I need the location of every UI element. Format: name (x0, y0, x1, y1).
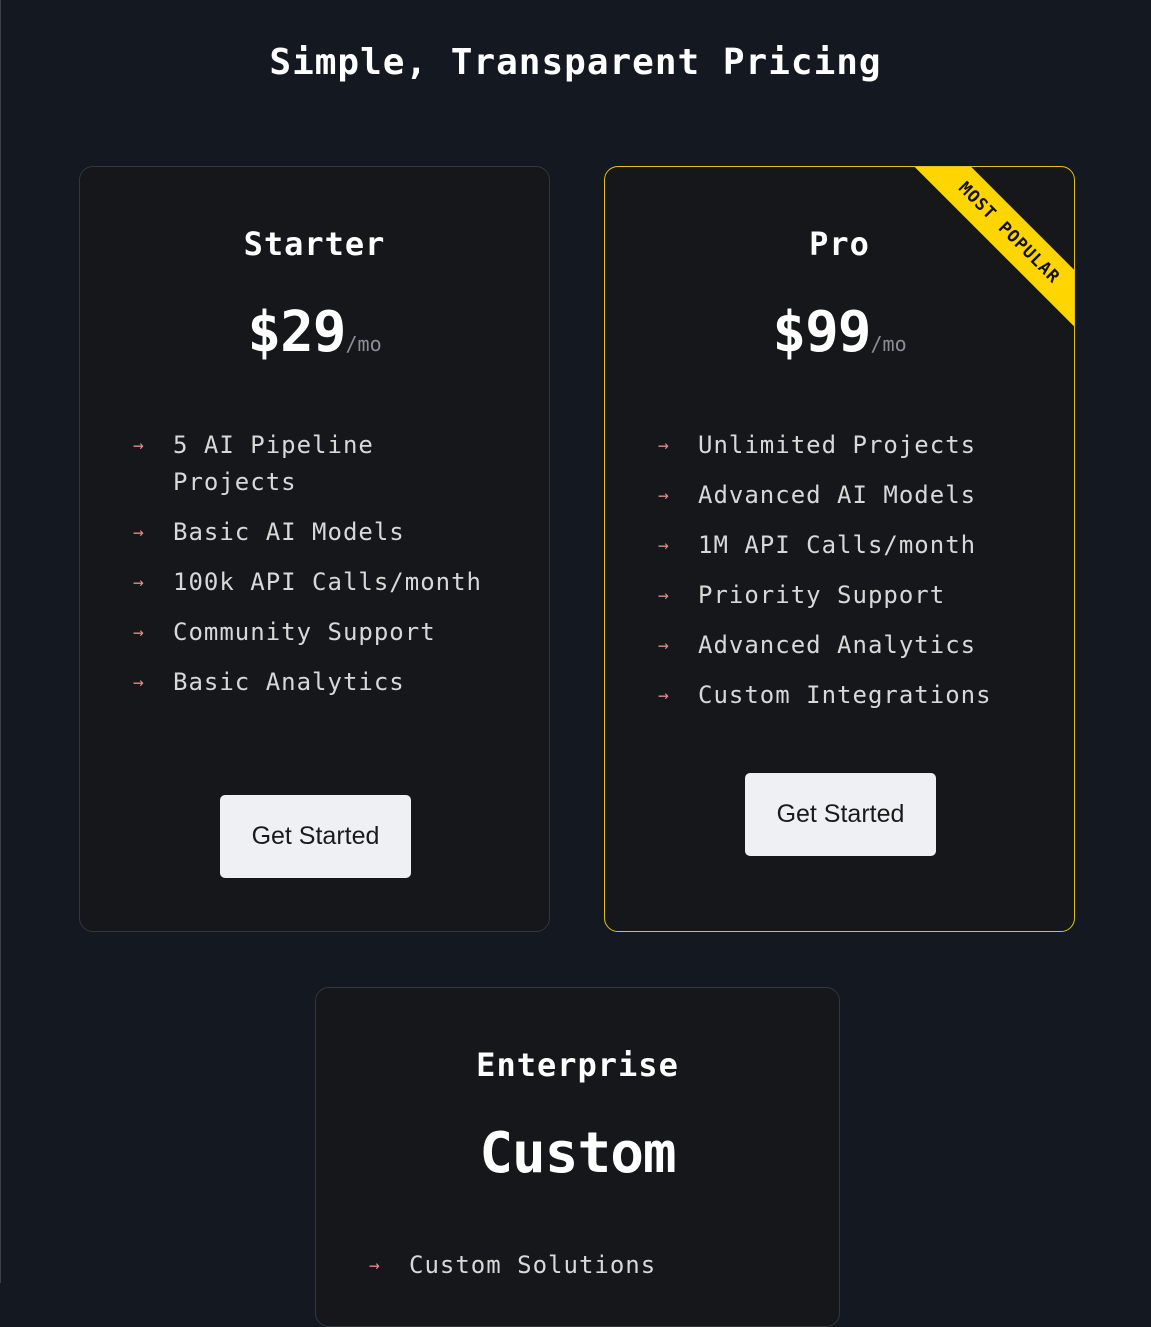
feature-item: → 100k API Calls/month (133, 564, 483, 601)
price-amount: Custom (479, 1121, 676, 1186)
feature-text: Advanced Analytics (698, 631, 977, 659)
arrow-right-icon: → (658, 535, 670, 556)
feature-text: Unlimited Projects (698, 431, 977, 459)
page-edge-divider (0, 0, 1, 1283)
feature-list: → Unlimited Projects → Advanced AI Models … (658, 427, 1058, 727)
arrow-right-icon: → (658, 635, 670, 656)
feature-text: 100k API Calls/month (173, 568, 482, 596)
feature-item: → Unlimited Projects (658, 427, 1058, 464)
price-amount: $29 (247, 300, 346, 365)
feature-item: → Advanced AI Models (658, 477, 1058, 514)
plan-card-enterprise: Enterprise Custom → Custom Solutions (315, 987, 840, 1327)
get-started-button[interactable]: Get Started (745, 773, 936, 856)
pricing-title: Simple, Transparent Pricing (269, 42, 882, 83)
arrow-right-icon: → (369, 1255, 381, 1276)
plan-name: Starter (243, 225, 386, 263)
arrow-right-icon: → (133, 622, 145, 643)
arrow-right-icon: → (658, 485, 670, 506)
price: $29/mo (80, 300, 549, 365)
plan-name: Enterprise (476, 1046, 679, 1084)
plan-card-starter: Starter $29/mo → 5 AI Pipeline Projects →… (79, 166, 550, 932)
feature-text: 5 AI Pipeline Projects (173, 431, 374, 496)
feature-text: Custom Solutions (409, 1251, 657, 1279)
feature-item: → 1M API Calls/month (658, 527, 1058, 564)
feature-item: → Custom Solutions (369, 1247, 789, 1284)
arrow-right-icon: → (133, 672, 145, 693)
price-period: /mo (345, 332, 382, 356)
feature-text: Priority Support (698, 581, 946, 609)
arrow-right-icon: → (658, 435, 670, 456)
arrow-right-icon: → (658, 585, 670, 606)
feature-list: → Custom Solutions (369, 1247, 789, 1297)
feature-text: Basic Analytics (173, 668, 405, 696)
feature-item: → 5 AI Pipeline Projects (133, 427, 483, 501)
price: Custom (316, 1121, 839, 1186)
feature-text: Custom Integrations (698, 681, 992, 709)
feature-item: → Community Support (133, 614, 483, 651)
arrow-right-icon: → (133, 435, 145, 456)
feature-item: → Basic AI Models (133, 514, 483, 551)
feature-item: → Advanced Analytics (658, 627, 1058, 664)
feature-text: Advanced AI Models (698, 481, 977, 509)
get-started-button[interactable]: Get Started (220, 795, 411, 878)
feature-list: → 5 AI Pipeline Projects → Basic AI Models… (133, 427, 483, 714)
feature-text: Basic AI Models (173, 518, 405, 546)
arrow-right-icon: → (133, 572, 145, 593)
plan-name: Pro (809, 225, 870, 263)
feature-item: → Custom Integrations (658, 677, 1058, 714)
arrow-right-icon: → (133, 522, 145, 543)
plan-card-pro: MOST POPULAR Pro $99/mo → Unlimited Proje… (604, 166, 1075, 932)
arrow-right-icon: → (658, 685, 670, 706)
feature-text: Community Support (173, 618, 436, 646)
price-amount: $99 (772, 300, 871, 365)
feature-text: 1M API Calls/month (698, 531, 977, 559)
price: $99/mo (605, 300, 1074, 365)
price-period: /mo (870, 332, 907, 356)
feature-item: → Priority Support (658, 577, 1058, 614)
feature-item: → Basic Analytics (133, 664, 483, 701)
